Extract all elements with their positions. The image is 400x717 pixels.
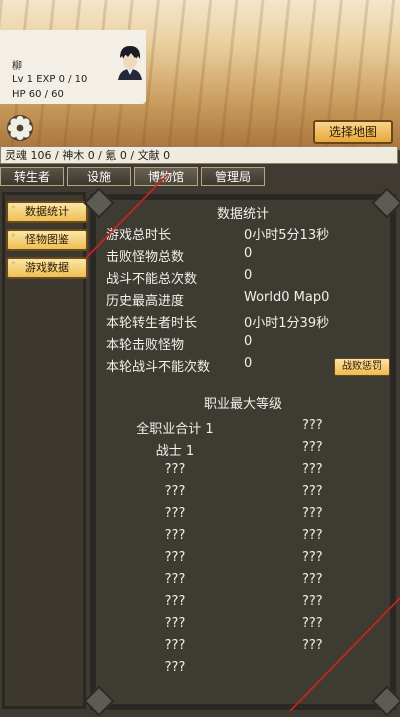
sidebar-item-statistics[interactable]: ◦ 数据统计 xyxy=(6,201,88,223)
button-corner-icon: ◦ xyxy=(11,231,16,240)
job-level-value: ??? xyxy=(302,418,323,433)
select-map-button[interactable]: 选择地图 xyxy=(313,120,393,144)
stat-value: 0小时1分39秒 xyxy=(244,316,330,331)
sidebar-item-label: 怪物图鉴 xyxy=(25,233,69,246)
stat-value: 0 xyxy=(244,334,253,349)
frame-corner xyxy=(371,685,400,717)
job-level-name: ??? xyxy=(164,638,186,653)
button-corner-icon: ◦ xyxy=(11,259,16,268)
sidebar-item-label: 数据统计 xyxy=(25,205,69,218)
player-profile-card[interactable]: 柳 Lv 1 EXP 0 / 10 HP 60 / 60 xyxy=(0,30,146,104)
job-level-value: ??? xyxy=(302,440,323,455)
tab-facilities[interactable]: 设施 xyxy=(67,167,131,186)
job-level-name: ??? xyxy=(164,484,186,499)
job-level-name: ??? xyxy=(164,506,186,521)
job-level-value: ??? xyxy=(302,572,323,587)
stat-value: 0 xyxy=(244,246,253,261)
job-level-value: ??? xyxy=(302,484,323,499)
stat-label: 历史最高进度 xyxy=(106,294,185,309)
job-level-value: ??? xyxy=(302,616,323,631)
stat-label: 击败怪物总数 xyxy=(106,250,185,265)
stat-label: 游戏总时长 xyxy=(106,228,172,243)
job-level-value: ??? xyxy=(302,506,323,521)
stat-value: 0小时5分13秒 xyxy=(244,228,330,243)
job-level-name: ??? xyxy=(164,572,186,587)
job-level-value: ??? xyxy=(302,638,323,653)
stat-value: 0 xyxy=(244,356,253,371)
stat-value: World0 Map0 xyxy=(244,290,330,305)
player-avatar xyxy=(118,46,142,80)
job-level-name: ??? xyxy=(164,594,186,609)
sidebar-item-game-data[interactable]: ◦ 游戏数据 xyxy=(6,257,88,279)
statistics-title: 数据统计 xyxy=(216,207,269,222)
job-level-title: 职业最大等级 xyxy=(203,397,282,412)
job-level-name: ??? xyxy=(164,462,186,477)
job-level-value: ??? xyxy=(302,594,323,609)
job-level-name: ??? xyxy=(164,616,186,631)
defeat-penalty-button[interactable]: 战败惩罚 xyxy=(334,358,390,376)
button-corner-icon: ◦ xyxy=(11,203,16,212)
stat-label: 本轮战斗不能次数 xyxy=(106,360,211,375)
stat-label: 本轮击败怪物 xyxy=(106,338,185,353)
player-level-exp: Lv 1 EXP 0 / 10 xyxy=(12,74,88,85)
sidebar-item-label: 游戏数据 xyxy=(25,261,69,274)
main-tabs: 转生者 设施 博物馆 管理局 xyxy=(0,167,400,187)
player-hp: HP 60 / 60 xyxy=(12,89,64,100)
job-level-value: ??? xyxy=(302,550,323,565)
job-level-name: 全职业合计 1 xyxy=(136,422,214,437)
job-level-name: ??? xyxy=(164,550,186,565)
job-level-name: ??? xyxy=(164,528,186,543)
job-level-name: 战士 1 xyxy=(155,444,195,459)
player-name: 柳 xyxy=(12,61,22,72)
job-level-name: ??? xyxy=(164,660,186,675)
stat-label: 本轮转生者时长 xyxy=(106,316,198,331)
job-level-value: ??? xyxy=(302,528,323,543)
tab-museum[interactable]: 博物馆 xyxy=(134,167,198,186)
tab-reincarnator[interactable]: 转生者 xyxy=(0,167,64,186)
tab-administration[interactable]: 管理局 xyxy=(201,167,265,186)
stat-value: 0 xyxy=(244,268,253,283)
frame-corner xyxy=(83,685,115,717)
job-level-value: ??? xyxy=(302,462,323,477)
resource-bar: 灵魂 106 / 神木 0 / 氪 0 / 文献 0 xyxy=(0,146,398,164)
settings-gear-icon[interactable] xyxy=(6,114,34,142)
stat-label: 战斗不能总次数 xyxy=(106,272,198,287)
sidebar-item-monster-guide[interactable]: ◦ 怪物图鉴 xyxy=(6,229,88,251)
